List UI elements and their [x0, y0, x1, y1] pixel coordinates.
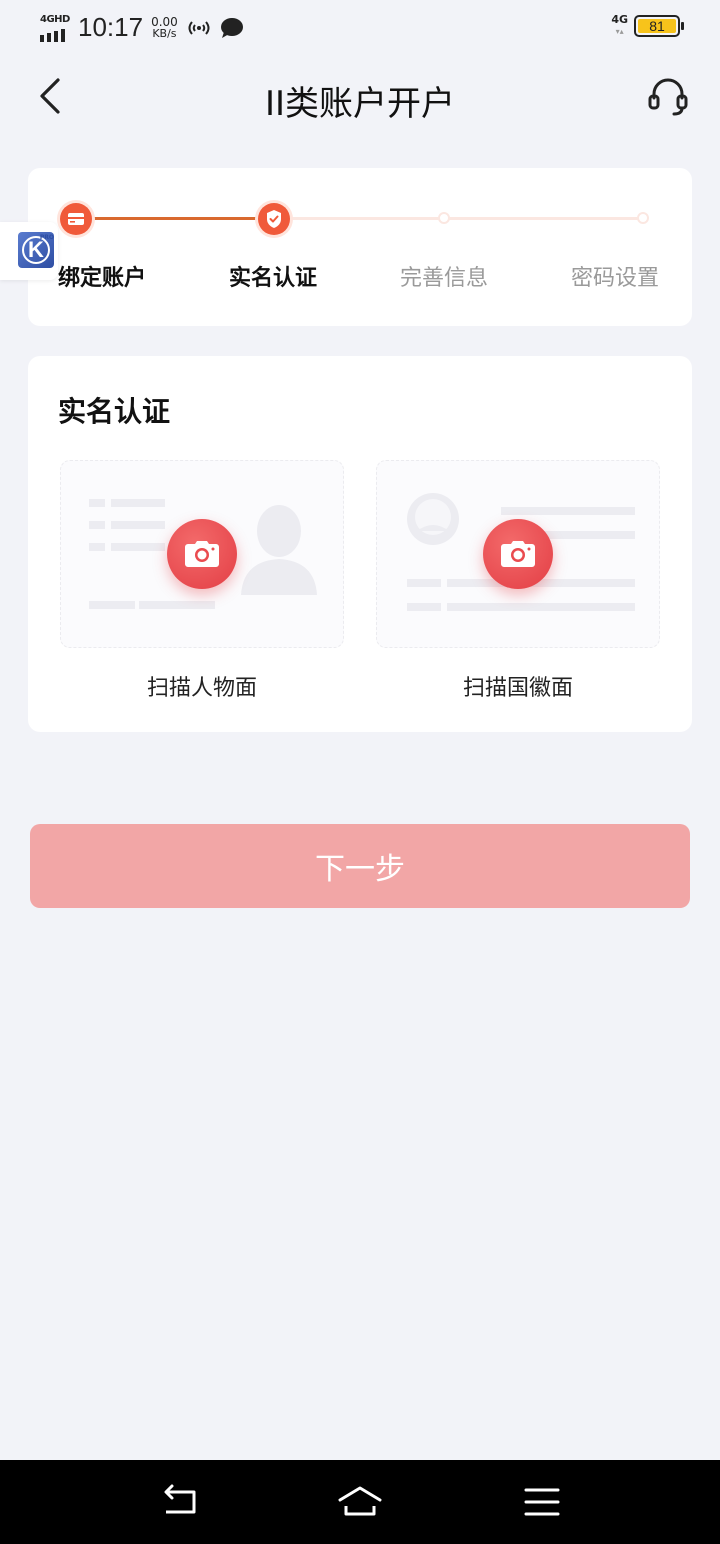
progress-steps-card: 绑定账户 实名认证 完善信息 密码设置 — [28, 168, 692, 326]
section-title: 实名认证 — [58, 395, 171, 428]
customer-service-headset-icon[interactable] — [644, 72, 692, 120]
next-step-button[interactable]: 下一步 — [30, 824, 690, 908]
system-home-icon[interactable] — [336, 1482, 384, 1522]
cellular-signal-icon: 4GHD — [40, 14, 72, 42]
progress-line-pending — [290, 217, 640, 220]
step-3-indicator — [438, 212, 450, 224]
card-icon — [68, 213, 84, 225]
step-3-label: 完善信息 — [400, 266, 489, 291]
scan-back-caption: 扫描国徽面 — [462, 676, 573, 701]
identity-verification-card: 实名认证 扫描人物面 扫描国徽面 — [28, 356, 692, 732]
camera-icon — [185, 541, 219, 567]
network-speed: 0.00 KB/s — [151, 14, 178, 40]
navigation-bar: II类账户开户 — [0, 60, 720, 136]
step-2-indicator — [258, 203, 290, 235]
scan-front-caption: 扫描人物面 — [146, 676, 257, 701]
page-title: II类账户开户 — [264, 84, 456, 124]
network-type: 4G ▾▴ — [611, 13, 628, 37]
step-4-indicator — [637, 212, 649, 224]
shield-check-icon — [267, 210, 281, 228]
status-bar: 4GHD 10:17 0.00 KB/s 4G ▾▴ 81 — [0, 0, 720, 56]
camera-back-button[interactable] — [483, 519, 553, 589]
status-time: 10:17 — [78, 12, 144, 42]
scan-back-frame[interactable] — [376, 460, 660, 648]
floating-app-shortcut[interactable]: K PRO — [0, 222, 58, 280]
step-4-label: 密码设置 — [571, 266, 660, 291]
message-icon — [220, 17, 243, 38]
hotspot-icon — [188, 20, 210, 35]
progress-line-done — [76, 217, 272, 220]
scan-front-frame[interactable] — [60, 460, 344, 648]
camera-front-button[interactable] — [167, 519, 237, 589]
step-1-indicator — [60, 203, 92, 235]
system-back-icon[interactable] — [160, 1482, 200, 1522]
battery-icon: 81 — [634, 15, 684, 37]
system-menu-icon[interactable] — [522, 1482, 562, 1522]
step-1-label: 绑定账户 — [58, 266, 147, 291]
step-2-label: 实名认证 — [229, 266, 318, 291]
camera-icon — [501, 541, 535, 567]
system-navigation-bar — [0, 1460, 720, 1544]
